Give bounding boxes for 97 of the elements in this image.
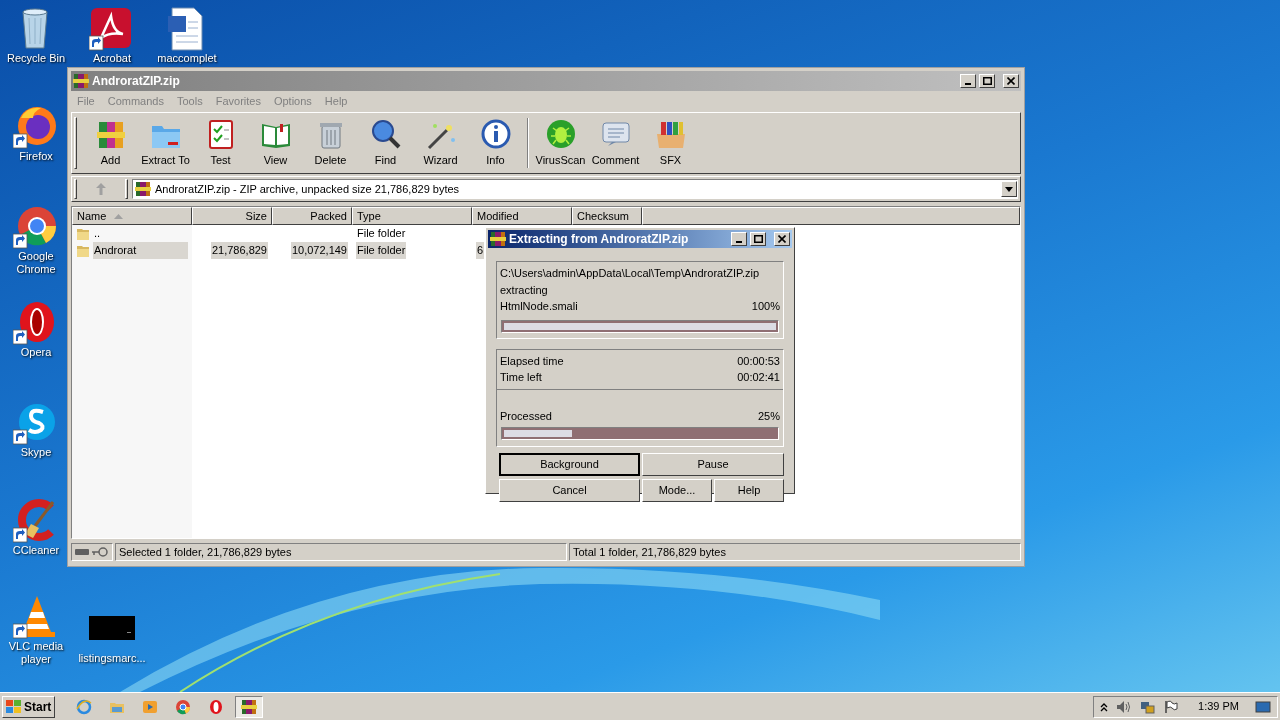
maximize-icon <box>753 235 763 243</box>
key-icon <box>92 547 108 557</box>
table-cell[interactable]: 6 <box>476 242 485 259</box>
up-arrow-icon <box>95 182 107 196</box>
processed-percent: 25% <box>757 408 780 424</box>
archive-app-icon <box>241 698 258 715</box>
minimize-icon <box>736 241 742 243</box>
toolbar-button[interactable]: Delete <box>303 115 358 171</box>
dialog-button[interactable]: Pause <box>642 453 784 476</box>
desktop-icon-label[interactable]: CCleaner <box>12 544 60 557</box>
table-cell[interactable]: Androrat <box>93 242 188 259</box>
table-cell[interactable]: 21,786,829 <box>210 242 268 259</box>
toolbar-button[interactable]: Comment <box>588 115 643 171</box>
table-cell[interactable]: File folder <box>356 242 407 259</box>
desktop-icon-label[interactable]: VLC media player <box>1 640 71 666</box>
minimize-icon <box>965 83 971 85</box>
dialog-button[interactable]: Background <box>499 453 640 476</box>
media-player-icon <box>142 698 159 715</box>
archive-app-icon <box>135 181 151 197</box>
archive-path: C:\Users\admin\AppData\Local\Temp\AndroratZIP.zip <box>499 266 761 281</box>
file-name: HtmlNode.smali <box>500 299 578 314</box>
toolbar-button[interactable]: Find <box>358 115 413 171</box>
toolbar-button[interactable]: Test <box>193 115 248 171</box>
folder-icon <box>76 243 90 258</box>
status-text: Selected 1 folder, 21,786,829 bytes <box>115 543 567 561</box>
toolbar-button[interactable]: View <box>248 115 303 171</box>
browser-icon <box>76 698 93 715</box>
address-text: AndroratZIP.zip - ZIP archive, unpacked size 21,786,829 bytes <box>155 181 461 197</box>
taskbar-button[interactable] <box>235 695 264 718</box>
dialog-button[interactable]: Mode... <box>642 479 712 502</box>
speaker-icon[interactable] <box>1116 699 1133 714</box>
column-header[interactable]: Name <box>72 207 192 225</box>
action-text: extracting <box>499 282 549 298</box>
column-header[interactable]: Size <box>192 207 272 225</box>
clock[interactable]: 1:39 PM <box>1198 698 1239 715</box>
desktop-icon-label[interactable]: Acrobat <box>93 52 131 65</box>
address-field[interactable]: AndroratZIP.zip - ZIP archive, unpacked size 21,786,829 bytes <box>132 179 1018 199</box>
table-cell[interactable]: .. <box>93 225 188 242</box>
dropdown-button[interactable] <box>1001 181 1017 197</box>
windows-logo-icon <box>6 699 22 714</box>
toolbar-button[interactable]: SFX <box>643 115 698 171</box>
desktop-icon-label[interactable]: listingsmarc... <box>78 652 146 665</box>
file-percent: 100% <box>751 299 780 314</box>
toolbar-button[interactable]: Add <box>83 115 138 171</box>
table-cell[interactable]: File folder <box>356 225 407 242</box>
column-header[interactable]: Packed <box>272 207 352 225</box>
close-button[interactable] <box>1003 74 1019 88</box>
minimize-button[interactable] <box>731 232 747 246</box>
column-header[interactable]: Checksum <box>572 207 642 225</box>
time-label: Time left <box>500 370 542 385</box>
toolbar-button[interactable]: VirusScan <box>533 115 588 171</box>
dialog-button[interactable]: Help <box>714 479 784 502</box>
archive-app-icon <box>73 73 89 89</box>
window-title: AndroratZIP.zip <box>92 73 180 90</box>
toolbar-button[interactable]: Info <box>468 115 523 171</box>
search-icon <box>369 117 402 150</box>
column-header[interactable]: Modified <box>472 207 572 225</box>
show-desktop-icon[interactable] <box>1255 699 1271 714</box>
time-label: Elapsed time <box>500 353 564 369</box>
processed-label: Processed <box>500 408 552 424</box>
maximize-icon <box>982 77 992 85</box>
toolbar-button[interactable]: Extract To <box>138 115 193 171</box>
bug-icon <box>544 117 577 150</box>
network-icon[interactable] <box>1140 699 1157 714</box>
folder-icon <box>76 226 90 241</box>
table-cell[interactable]: 10,072,149 <box>290 242 348 259</box>
flag-icon[interactable] <box>1164 699 1179 714</box>
desktop-icon-label[interactable]: Skype <box>20 446 52 459</box>
drive-icon <box>75 548 89 556</box>
toolbar-button[interactable]: Wizard <box>413 115 468 171</box>
browser-icon <box>208 698 225 715</box>
desktop-icon-label[interactable]: Recycle Bin <box>6 52 66 65</box>
sort-arrow-icon <box>114 213 124 219</box>
chevron-up-icon[interactable] <box>1100 701 1109 712</box>
close-icon <box>778 235 786 243</box>
desktop-icon-label[interactable]: Google Chrome <box>1 250 71 276</box>
time-value: 00:02:41 <box>737 370 780 385</box>
desktop-icon-label[interactable]: Firefox <box>19 150 53 163</box>
minimize-button[interactable] <box>960 74 976 88</box>
desktop-icon-label[interactable]: Opera <box>20 346 52 359</box>
browser-icon <box>175 698 192 715</box>
dialog-title: Extracting from AndroratZIP.zip <box>509 231 690 248</box>
info-icon <box>479 117 512 150</box>
close-icon <box>1007 77 1015 85</box>
start-button[interactable]: Start <box>2 695 56 718</box>
browser-icon[interactable] <box>13 104 59 150</box>
column-header[interactable]: Type <box>352 207 472 225</box>
status-text: Total 1 folder, 21,786,829 bytes <box>569 543 1021 561</box>
time-value: 00:00:53 <box>737 353 780 369</box>
archive-app-icon <box>490 231 506 247</box>
dialog-button[interactable]: Cancel <box>499 479 640 502</box>
close-button[interactable] <box>774 232 790 246</box>
maximize-button[interactable] <box>750 232 766 246</box>
desktop-icon-label[interactable]: maccomplet <box>157 52 217 65</box>
dropdown-arrow-icon <box>1005 186 1013 192</box>
maximize-button[interactable] <box>979 74 995 88</box>
browser-icon[interactable] <box>13 204 59 250</box>
